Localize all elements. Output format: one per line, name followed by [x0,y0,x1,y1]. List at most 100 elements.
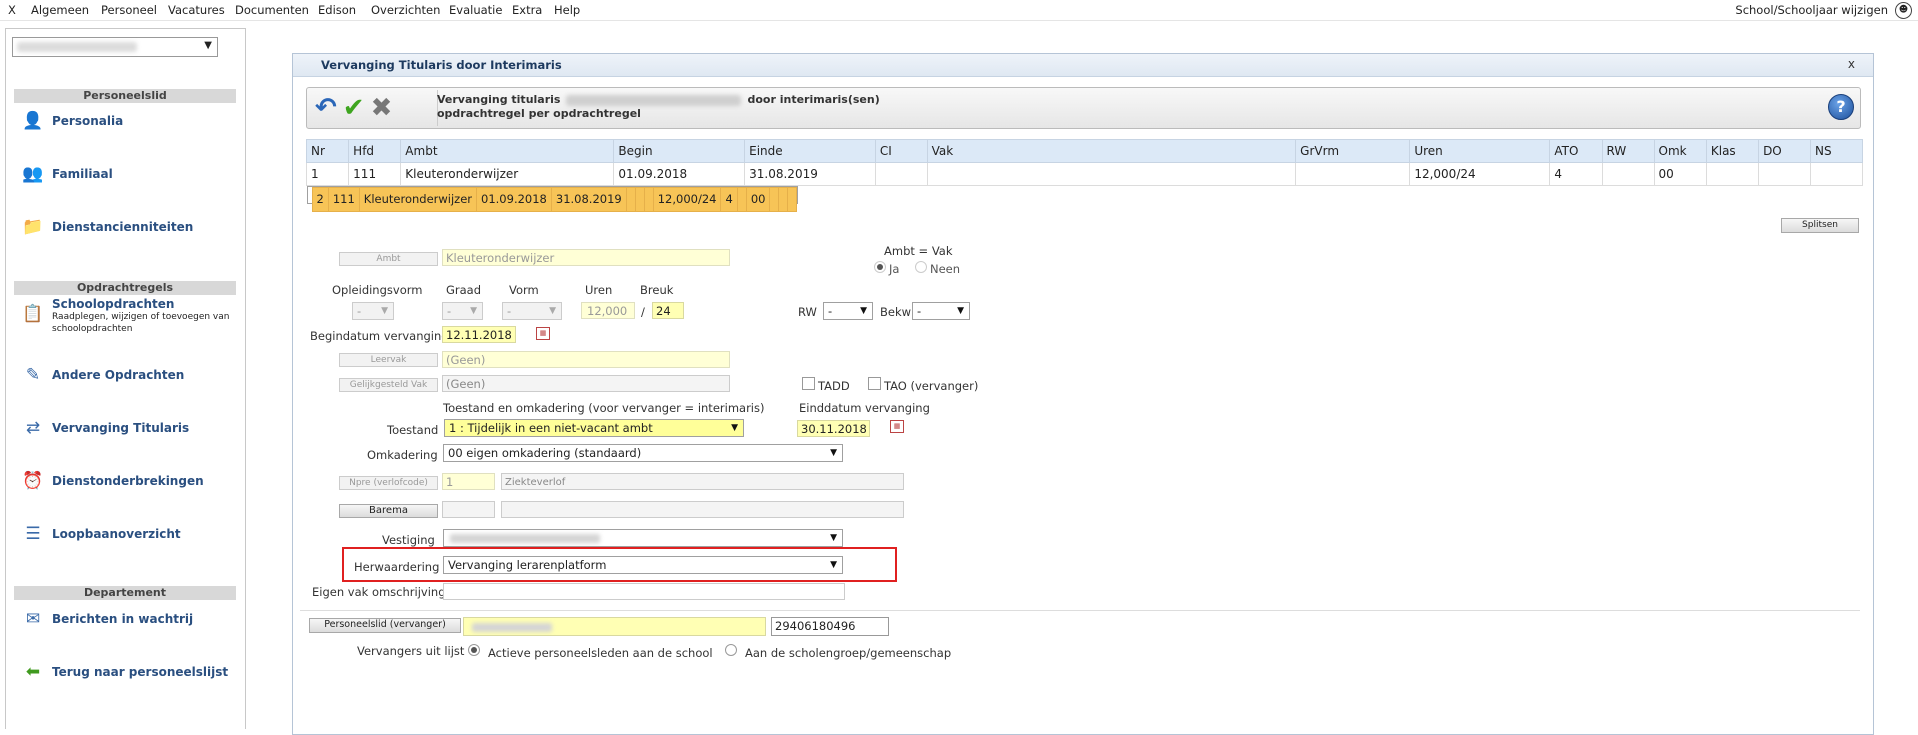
einddatum-field[interactable]: 30.11.2018 [797,420,870,437]
school-year-switch[interactable]: School/Schooljaar wijzigen [1735,3,1888,17]
menu-vacatures[interactable]: Vacatures [168,3,225,17]
user-icon[interactable]: ☻ [1895,2,1912,19]
sidebar-item-label: Andere Opdrachten [52,368,185,382]
uren-field[interactable]: 12,000 [581,302,635,319]
rw-select[interactable]: - ▼ [823,302,873,320]
sidebar-item-label: Familiaal [52,167,113,181]
bekw-select[interactable]: - ▼ [912,302,970,320]
menu-close[interactable]: X [8,3,16,17]
sidebar-item-label: Loopbaanoverzicht [52,527,181,541]
table-row[interactable]: 1 111 Kleuteronderwijzer 01.09.2018 31.08.20… [305,162,1863,186]
chevron-down-icon: ▼ [830,560,837,570]
graad-select[interactable]: - ▼ [442,302,483,320]
actief-radio[interactable] [468,644,480,656]
calendar-icon[interactable]: ▦ [890,420,904,433]
menu-extra[interactable]: Extra [512,3,542,17]
menu-documenten[interactable]: Documenten [235,3,309,17]
vorm-value: - [507,304,512,318]
table-cell [1705,162,1760,186]
personeelslid-button[interactable]: Personeelslid (vervanger) [309,618,461,633]
chevron-down-icon: ▼ [860,306,867,316]
sidebar-item-berichten[interactable]: ✉ Berichten in wachtrij [20,606,193,632]
barema-button[interactable]: Barema [339,504,438,518]
sidebar-item-schoolopdrachten[interactable]: 📋 Schoolopdrachten Raadplegen, wijzigen … [20,297,232,335]
ambt-vak-neen-radio[interactable] [915,261,927,273]
menu-overzichten[interactable]: Overzichten [371,3,440,17]
sidebar-item-loopbaanoverzicht[interactable]: ☰ Loopbaanoverzicht [20,521,181,547]
column-header[interactable]: RW [1601,139,1655,163]
menu-evaluatie[interactable]: Evaluatie [449,3,502,17]
table-cell: 01.09.2018 [476,187,552,212]
tao-checkbox[interactable] [868,377,881,390]
table-cell [634,187,645,212]
column-header[interactable]: Uren [1409,139,1551,163]
leervak-button[interactable]: Leervak [339,353,438,367]
table-cell: 111 [327,187,360,212]
school-select[interactable]: ▼ [12,37,218,57]
column-header[interactable]: Begin [613,139,746,163]
ambt-button[interactable]: Ambt [339,252,438,266]
column-header[interactable]: Nr [305,139,350,163]
column-header[interactable]: Omk [1653,139,1707,163]
sidebar-item-familiaal[interactable]: 👥 Familiaal [20,161,113,187]
toestand-select[interactable]: 1 : Tijdelijk in een niet-vacant ambt ▼ [444,419,744,437]
breuk-field[interactable]: 24 [652,302,684,319]
column-header[interactable]: Hfd [348,139,402,163]
help-icon[interactable]: ? [1828,94,1854,120]
eigen-vak-field[interactable] [443,583,845,600]
ambt-field[interactable]: Kleuteronderwijzer [442,249,730,266]
rw-value: - [828,304,833,318]
omkadering-select[interactable]: 00 eigen omkadering (standaard) ▼ [443,444,843,462]
tadd-checkbox[interactable] [802,377,815,390]
begindatum-field[interactable]: 12.11.2018 [442,326,516,343]
close-icon[interactable]: x [1848,57,1855,71]
table-cell [643,187,654,212]
personeelslid-name-field[interactable] [463,617,766,636]
leervak-field[interactable]: (Geen) [442,351,730,368]
opleidingsvorm-select[interactable]: - ▼ [352,302,394,320]
npre-button[interactable]: Npre (verlofcode) [339,476,438,490]
column-header[interactable]: NS [1810,139,1863,163]
gelijkgesteld-vak-button[interactable]: Gelijkgesteld Vak [339,378,438,392]
column-header[interactable]: Einde [744,139,876,163]
toestand-label: Toestand [387,423,439,437]
herwaardering-select[interactable]: Vervanging lerarenplatform ▼ [443,556,843,574]
column-header[interactable]: Klas [1705,139,1760,163]
undo-icon[interactable]: ↶ [315,93,337,123]
chevron-down-icon: ▼ [830,533,837,543]
calendar-icon[interactable]: ▦ [536,327,550,340]
column-header[interactable]: DO [1758,139,1812,163]
sidebar-item-terug[interactable]: ⬅ Terug naar personeelslijst [20,659,228,685]
replace-icon: ⇄ [25,418,41,438]
sidebar-item-label: Vervanging Titularis [52,421,190,435]
menu-help[interactable]: Help [554,3,580,17]
column-header[interactable]: CI [874,139,928,163]
npre-field[interactable]: 1 [442,473,495,490]
column-header[interactable]: Vak [926,139,1297,163]
column-header[interactable]: Ambt [400,139,615,163]
vorm-select[interactable]: - ▼ [502,302,562,320]
scholengroep-radio[interactable] [725,644,737,656]
table-cell: 00 [745,187,771,212]
check-icon[interactable]: ✔ [343,93,365,123]
sidebar-item-dienstonderbrekingen[interactable]: ⏰ Dienstonderbrekingen [20,468,203,494]
personeelslid-nr-field[interactable]: 29406180496 [771,617,889,636]
ambt-vak-ja-radio[interactable] [874,261,886,273]
menu-edison[interactable]: Edison [318,3,356,17]
column-header[interactable]: GrVrm [1295,139,1411,163]
barema-field[interactable] [442,501,495,518]
splitsen-button[interactable]: Splitsen [1781,218,1859,233]
sidebar-item-personalia[interactable]: 👤 Personalia [20,108,123,134]
actief-label: Actieve personeelsleden aan de school [488,646,713,660]
sidebar-item-andere-opdrachten[interactable]: ✎ Andere Opdrachten [20,362,184,388]
menu-personeel[interactable]: Personeel [101,3,157,17]
einddatum-label: Einddatum vervanging [799,401,930,415]
menu-algemeen[interactable]: Algemeen [31,3,89,17]
gelijkgesteld-vak-field[interactable]: (Geen) [442,375,730,392]
cancel-icon[interactable]: ✖ [371,93,393,123]
sidebar-item-vervanging-titularis[interactable]: ⇄ Vervanging Titularis [20,415,189,441]
sidebar-item-dienstancienniteiten[interactable]: 📁 Dienstancienniteiten [20,214,193,240]
column-header[interactable]: ATO [1549,139,1603,163]
vestiging-select[interactable]: ▼ [443,529,843,547]
table-row[interactable]: 2 111 Kleuteronderwijzer 01.09.2018 31.08.20… [306,186,799,212]
